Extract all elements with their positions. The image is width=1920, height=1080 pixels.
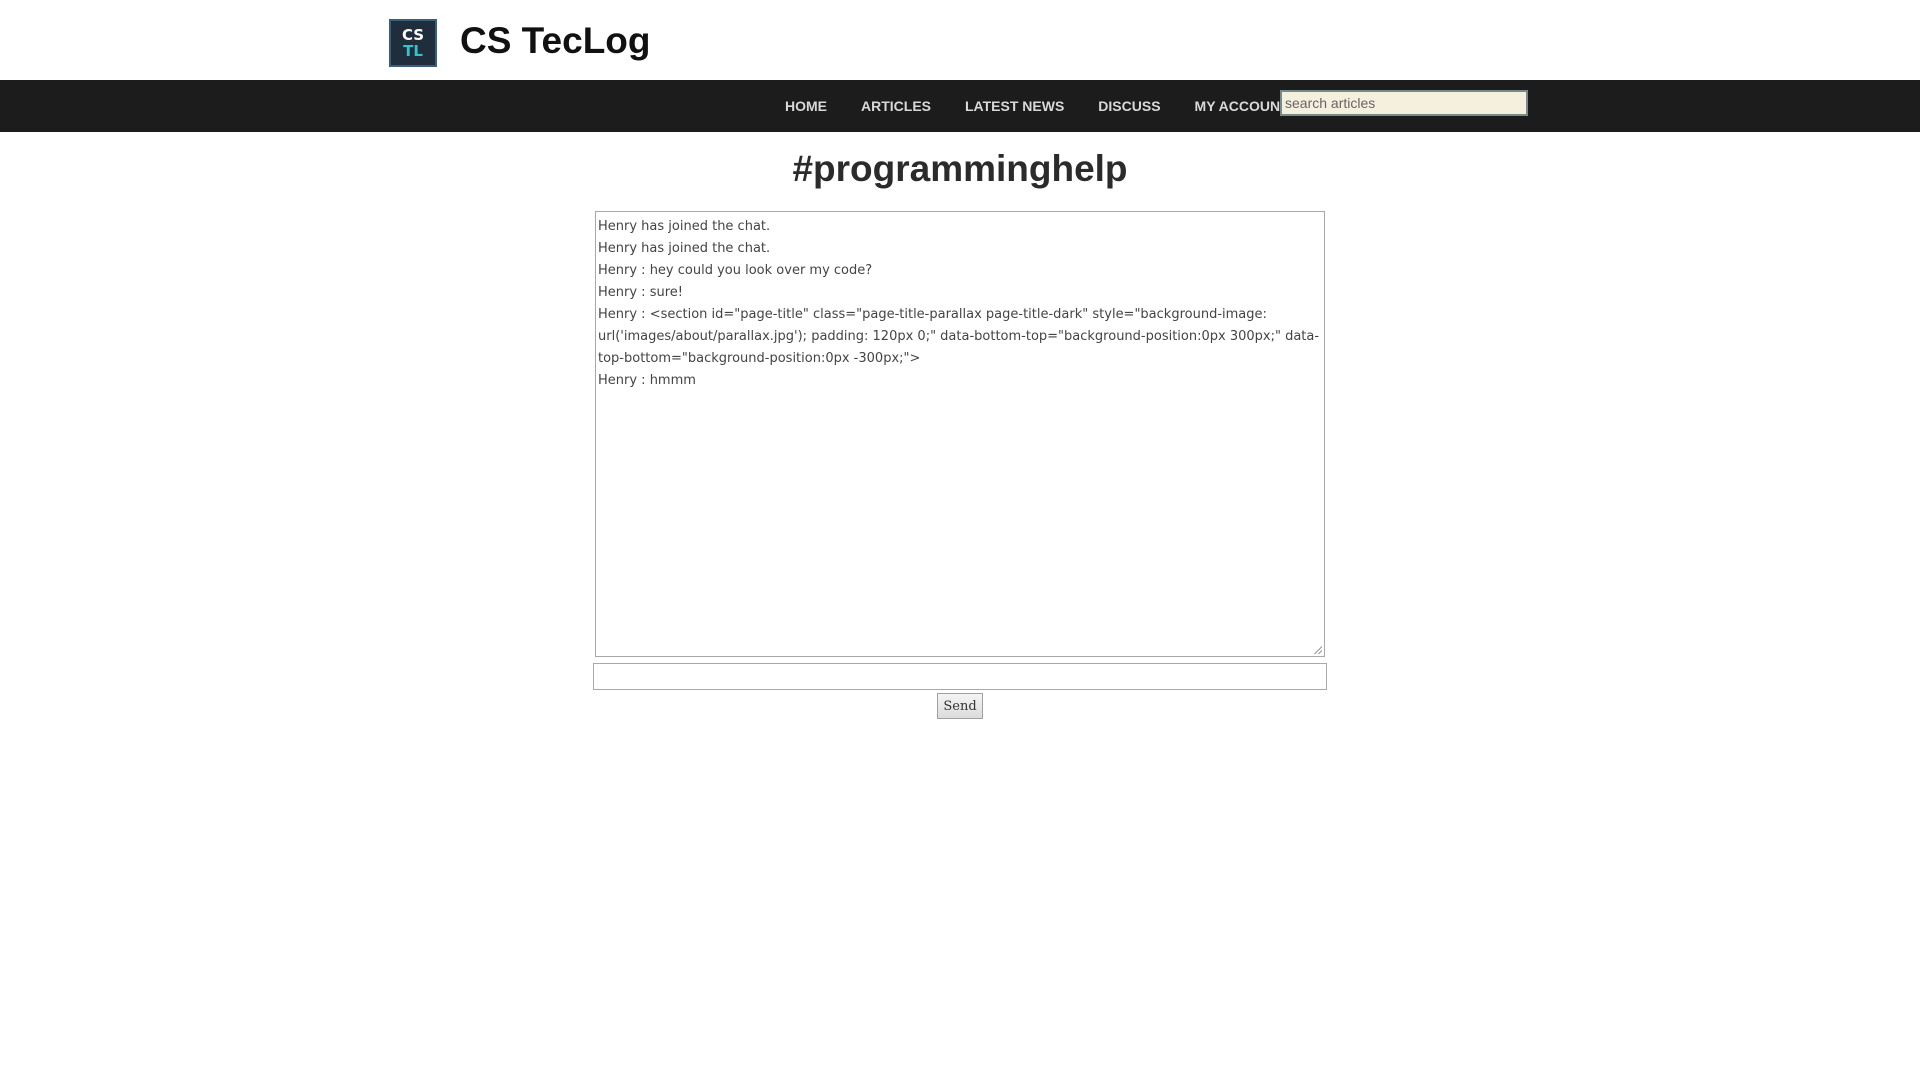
channel-title: #programminghelp (792, 148, 1128, 189)
nav-latest-news[interactable]: LATEST NEWS (965, 98, 1064, 114)
message-input[interactable] (593, 663, 1327, 690)
site-logo[interactable]: CS TL (389, 19, 437, 67)
nav-my-account[interactable]: MY ACCOUNT (1195, 98, 1289, 114)
logo-text-bottom: TL (403, 42, 423, 60)
chat-message: Henry : <section id="page-title" class="… (598, 307, 1320, 366)
send-button[interactable]: Send (937, 693, 983, 719)
chat-message: Henry has joined the chat. (598, 241, 771, 256)
nav-discuss[interactable]: DISCUSS (1098, 98, 1160, 114)
nav-home[interactable]: HOME (785, 98, 827, 114)
chat-message: Henry : hey could you look over my code? (598, 263, 873, 278)
nav-articles[interactable]: ARTICLES (861, 98, 931, 114)
main-navbar: HOME ARTICLES LATEST NEWS DISCUSS MY ACC… (0, 80, 1920, 132)
site-header: CS TL CS TecLog (0, 0, 1920, 80)
search-input[interactable] (1280, 90, 1528, 116)
site-title[interactable]: CS TecLog (460, 18, 651, 64)
logo-text-top: CS (401, 26, 425, 44)
chat-log[interactable]: Henry has joined the chat. Henry has joi… (595, 211, 1325, 657)
resize-handle-icon[interactable] (1314, 646, 1322, 654)
nav-links: HOME ARTICLES LATEST NEWS DISCUSS MY ACC… (768, 80, 1306, 132)
chat-message: Henry has joined the chat. (598, 219, 771, 234)
chat-message: Henry : sure! (598, 285, 683, 300)
chat-message: Henry : hmmm (598, 373, 696, 388)
